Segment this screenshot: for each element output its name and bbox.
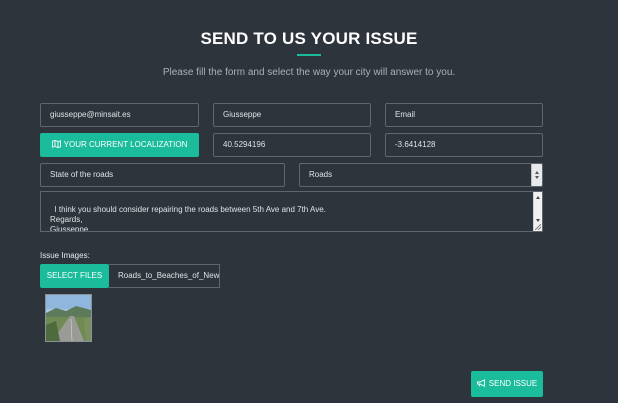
megaphone-icon	[476, 371, 486, 397]
road-photo	[46, 295, 91, 341]
map-icon	[51, 133, 61, 157]
issue-images-label: Issue Images:	[40, 251, 90, 260]
current-localization-label: YOUR CURRENT LOCALIZATION	[63, 140, 188, 149]
message-text: I think you should consider repairing th…	[50, 205, 326, 232]
longitude-field[interactable]: -3.6414128	[385, 133, 543, 157]
select-arrows-icon[interactable]	[531, 164, 542, 186]
latitude-field[interactable]: 40.5294196	[213, 133, 371, 157]
page-title: SEND TO US YOUR ISSUE	[200, 29, 418, 48]
contact-method-field[interactable]: Email	[385, 103, 543, 127]
category-select[interactable]: Roads	[299, 163, 543, 187]
current-localization-button[interactable]: YOUR CURRENT LOCALIZATION	[40, 133, 199, 157]
subject-field[interactable]: State of the roads	[40, 163, 285, 187]
selected-file-name: Roads_to_Beaches_of_New	[109, 264, 220, 288]
title-divider	[297, 54, 321, 56]
page-subtitle: Please fill the form and select the way …	[162, 67, 456, 78]
scroll-up-icon[interactable]	[536, 196, 540, 199]
image-thumbnail[interactable]	[45, 294, 92, 342]
select-files-button[interactable]: SELECT FILES	[40, 264, 109, 288]
send-issue-button[interactable]: SEND ISSUE	[471, 371, 543, 397]
send-issue-label: SEND ISSUE	[488, 379, 538, 388]
email-field[interactable]: giusseppe@minsait.es	[40, 103, 199, 127]
category-selected-value: Roads	[309, 170, 333, 179]
scroll-down-icon[interactable]	[536, 219, 540, 222]
name-field[interactable]: Giusseppe	[213, 103, 371, 127]
message-textarea[interactable]: I think you should consider repairing th…	[40, 191, 543, 232]
resize-handle-icon[interactable]	[535, 224, 541, 230]
